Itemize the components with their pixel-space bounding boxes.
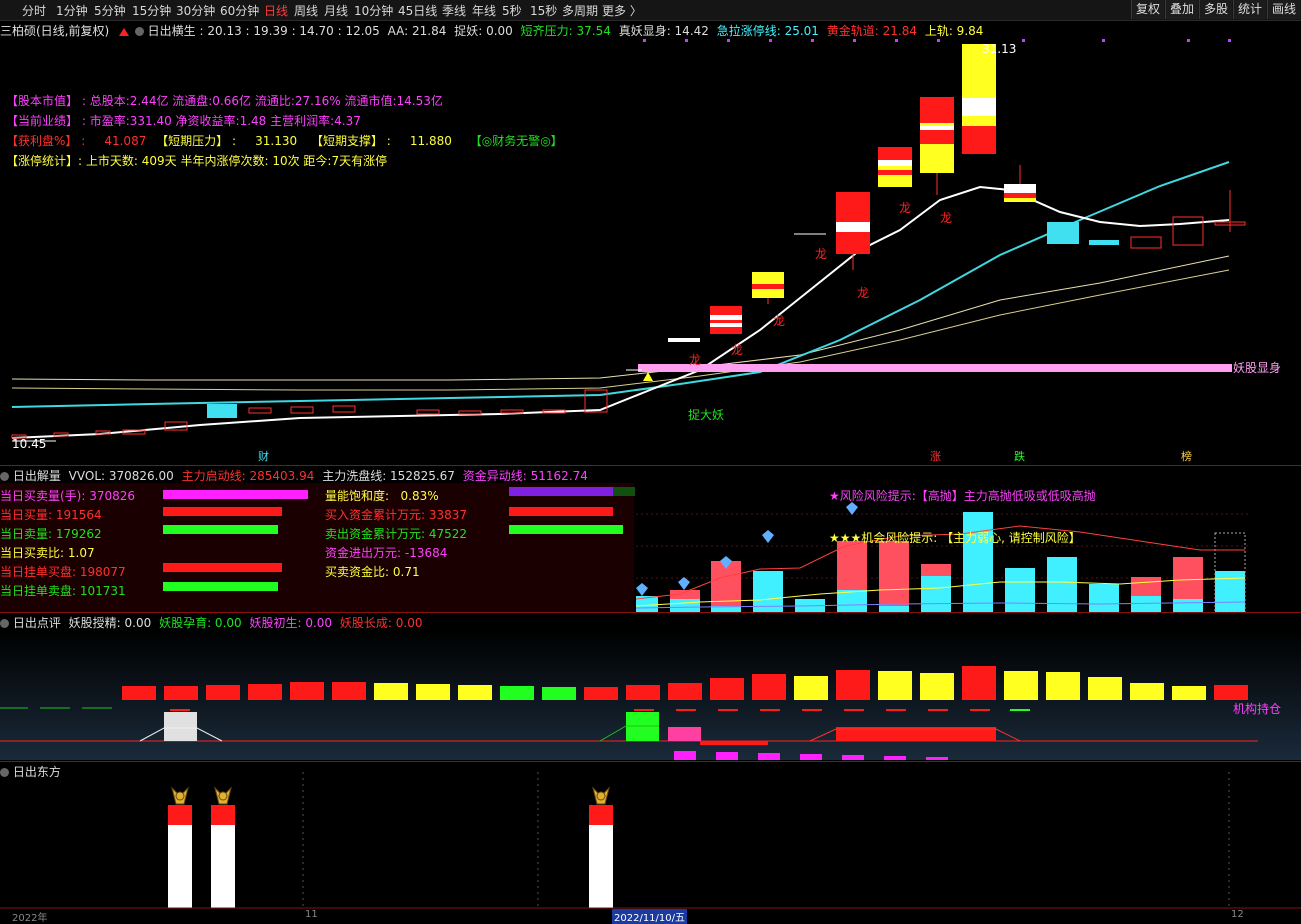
diamond-icon — [678, 577, 690, 590]
vgrid — [302, 772, 1230, 908]
yaogu-band — [638, 364, 1232, 372]
long-labels: 龙 龙 龙 龙 龙 龙 龙 — [689, 201, 952, 367]
die-label: 跌 — [1014, 449, 1025, 463]
ma-line-beige — [11, 255, 1230, 381]
axis-label-current: 2022/11/10/五 — [612, 909, 688, 924]
crown-icon — [596, 791, 606, 801]
long-label: 龙 — [899, 201, 911, 215]
dongfang-bars — [168, 805, 613, 908]
review-chart: 机构持仓 — [0, 666, 1281, 760]
crown-icon — [218, 791, 228, 801]
magenta-stubs — [674, 751, 948, 760]
yaogu-label: 妖股显身 — [1233, 360, 1281, 375]
long-label: 龙 — [815, 247, 827, 261]
diamond-icon — [762, 530, 774, 543]
crown-icon-group — [171, 786, 610, 805]
bang-label: 榜 — [1181, 449, 1192, 463]
review-bars — [122, 666, 1248, 700]
long-label: 龙 — [689, 353, 701, 367]
volume-chart — [635, 502, 1250, 613]
crown-icon — [175, 791, 185, 801]
ma-line-white — [11, 185, 1230, 439]
diamond-icon — [636, 583, 648, 596]
rally-candles — [668, 44, 1246, 342]
high-price-label: 31.13 — [982, 42, 1016, 56]
axis-label-0: 2022年 — [12, 913, 48, 924]
main-kline-chart: 龙 龙 龙 龙 龙 龙 龙 31.13 10.45 妖股显身 捉大妖 财 涨 跌… — [11, 39, 1281, 463]
jgcc-label: 机构持仓 — [1233, 701, 1281, 716]
low-price-label: 10.45 — [12, 437, 46, 451]
cyan-early-candle — [207, 404, 237, 418]
diamond-icon-group — [636, 502, 858, 596]
long-label: 龙 — [731, 343, 743, 357]
long-label: 龙 — [940, 211, 952, 225]
zhuoyao-label: 捉大妖 — [688, 407, 724, 422]
long-label: 龙 — [857, 286, 869, 300]
top-dot-row — [643, 39, 1231, 42]
long-label: 龙 — [773, 314, 785, 328]
chance-tip: ★★★机会风险提示: 【主力弱心, 请控制风险】 — [829, 531, 1081, 545]
dongfang-chart — [0, 772, 1301, 909]
cai-label: 财 — [258, 449, 269, 463]
zhang-label: 涨 — [930, 450, 941, 463]
risk-tip: ★风险风险提示:【高抛】主力高抛低吸或低吸高抛 — [829, 489, 1096, 503]
